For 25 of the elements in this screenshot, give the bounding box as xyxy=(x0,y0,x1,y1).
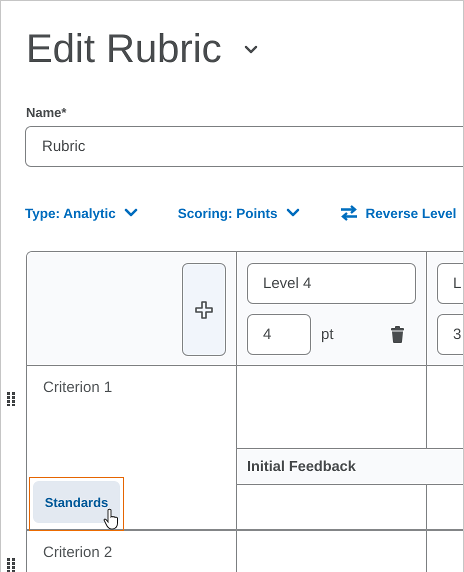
field-label: Name* xyxy=(26,105,68,120)
chevron-down-icon xyxy=(124,208,138,218)
drag-handle-icon[interactable] xyxy=(7,558,15,572)
dropdown-button[interactable]: Type: Analytic xyxy=(25,206,138,220)
page-title: Edit Rubric xyxy=(26,26,222,72)
level-name-field[interactable]: L xyxy=(437,263,463,304)
drag-handle-icon[interactable] xyxy=(7,392,15,406)
trash-icon[interactable] xyxy=(391,326,404,343)
criterion-name: Criterion 2 xyxy=(43,544,112,561)
swap-arrows-icon xyxy=(340,205,358,221)
dropdown-button[interactable]: Scoring: Points xyxy=(178,206,300,220)
standards-button[interactable]: Standards xyxy=(33,481,120,523)
add-level-button[interactable] xyxy=(182,263,226,356)
feedback-header: Initial Feedback xyxy=(237,448,427,485)
points-field[interactable]: 3 xyxy=(437,314,463,355)
chevron-down-icon[interactable] xyxy=(244,44,258,54)
points-field[interactable]: 4 xyxy=(247,314,311,355)
name-field[interactable]: Rubric xyxy=(25,126,463,167)
hand-cursor-icon xyxy=(103,508,121,530)
reverse-button[interactable]: Reverse Level xyxy=(340,205,456,221)
plus-icon xyxy=(195,300,213,318)
chevron-down-icon xyxy=(286,208,300,218)
criterion-name: Criterion 1 xyxy=(43,379,112,396)
level-name-field[interactable]: Level 4 xyxy=(247,263,416,304)
points-unit: pt xyxy=(321,326,335,343)
